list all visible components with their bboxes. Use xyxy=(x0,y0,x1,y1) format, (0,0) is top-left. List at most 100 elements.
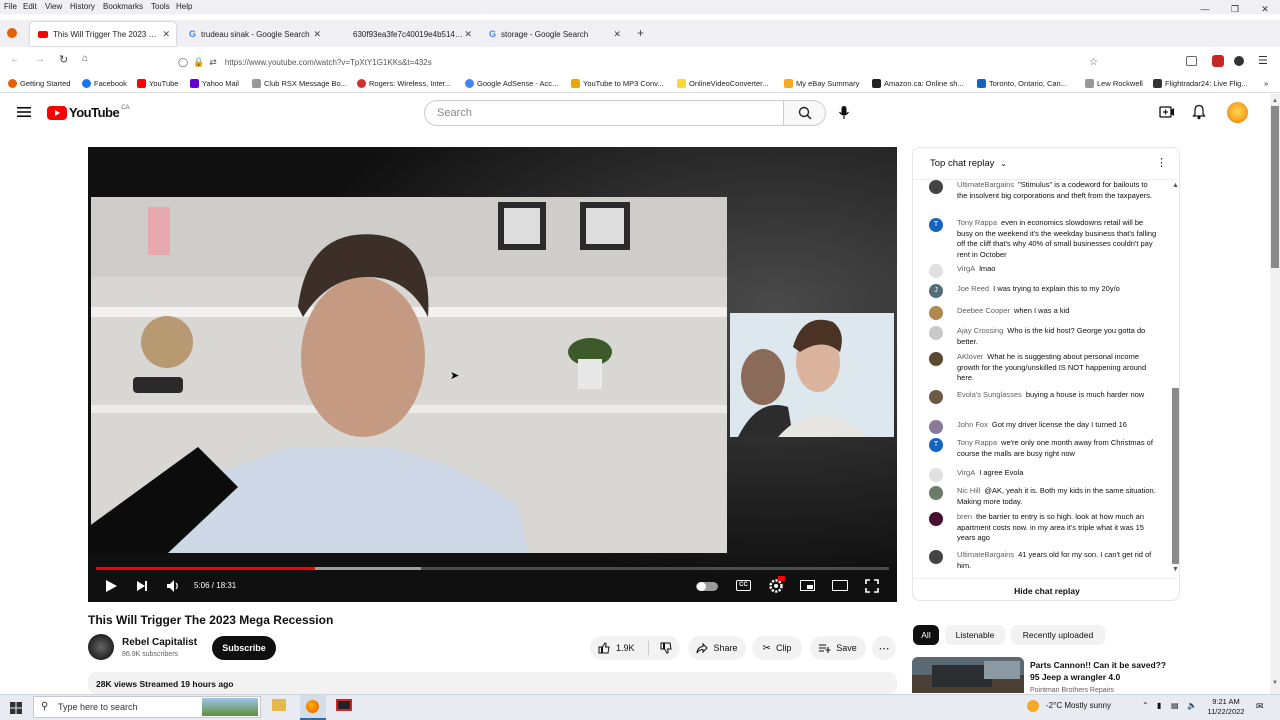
hamburger-menu-icon[interactable] xyxy=(17,106,31,118)
bookmark-item[interactable]: Facebook xyxy=(82,79,127,88)
subscribe-button[interactable]: Subscribe xyxy=(212,636,276,660)
chat-author-avatar[interactable] xyxy=(929,264,943,278)
close-tab-icon[interactable]: ✕ xyxy=(162,29,170,40)
menu-edit[interactable]: Edit xyxy=(23,2,37,11)
network-icon[interactable]: ▤ xyxy=(1171,701,1179,710)
chat-author-name[interactable]: Tony Rappa xyxy=(957,218,997,227)
chip-all[interactable]: All xyxy=(913,625,939,645)
chat-author-avatar[interactable] xyxy=(929,326,943,340)
url-text[interactable]: https://www.youtube.com/watch?v=TpXtY1G1… xyxy=(225,58,432,67)
chat-author-name[interactable]: Evola's Sunglasses xyxy=(957,390,1022,399)
reload-icon[interactable]: ↻ xyxy=(59,53,68,66)
more-bookmarks-icon[interactable]: » xyxy=(1264,79,1268,88)
media-app-icon[interactable] xyxy=(336,699,352,711)
chat-author-name[interactable]: UltimateBargains xyxy=(957,550,1014,559)
microphone-icon[interactable] xyxy=(838,105,850,121)
page-scrollbar[interactable]: ▲ ▼ xyxy=(1270,94,1280,694)
chat-author-name[interactable]: VirgA xyxy=(957,264,975,273)
create-video-icon[interactable] xyxy=(1159,105,1175,119)
dislike-button[interactable] xyxy=(660,642,672,654)
like-button[interactable]: 1.9K xyxy=(598,642,635,654)
close-tab-icon[interactable]: ✕ xyxy=(313,29,321,40)
progress-bar[interactable] xyxy=(96,567,315,570)
theater-mode-icon[interactable] xyxy=(832,580,848,591)
tab-youtube[interactable]: This Will Trigger The 2023 Mega ✕ xyxy=(30,22,176,46)
bookmark-item[interactable]: Flightradar24: Live Flig... xyxy=(1153,79,1248,88)
new-tab-icon[interactable]: + xyxy=(637,26,644,40)
chat-author-avatar[interactable]: T xyxy=(929,438,943,452)
tray-chevron-icon[interactable]: ⌃ xyxy=(1142,701,1149,710)
bookmark-item[interactable]: Google AdSense - Acc... xyxy=(465,79,558,88)
url-bar[interactable]: ◯ 🔒 ⇄ https://www.youtube.com/watch?v=Tp… xyxy=(178,52,1108,72)
extension-icon[interactable] xyxy=(1212,55,1224,67)
miniplayer-icon[interactable] xyxy=(800,580,815,591)
notifications-bell-icon[interactable] xyxy=(1192,104,1206,120)
account-icon[interactable] xyxy=(1234,56,1244,66)
chat-author-avatar[interactable] xyxy=(929,352,943,366)
notification-center-icon[interactable]: ✉ xyxy=(1256,701,1264,712)
next-button[interactable] xyxy=(136,580,148,592)
battery-icon[interactable]: ▮ xyxy=(1157,701,1161,710)
autoplay-toggle[interactable] xyxy=(696,582,718,591)
bookmark-item[interactable]: Amazon.ca: Online sh... xyxy=(872,79,964,88)
bookmark-item[interactable]: YouTube to MP3 Conv... xyxy=(571,79,664,88)
chat-author-name[interactable]: VirgA xyxy=(957,468,975,477)
channel-name[interactable]: Rebel Capitalist xyxy=(122,637,197,648)
clip-button[interactable]: ✂ Clip xyxy=(752,636,802,660)
minimize-button[interactable]: — xyxy=(1190,0,1220,18)
settings-button[interactable] xyxy=(768,576,785,594)
youtube-logo[interactable]: YouTube CA xyxy=(47,105,130,120)
hide-chat-replay-button[interactable]: Hide chat replay xyxy=(913,578,1179,600)
recommended-thumbnail[interactable] xyxy=(912,657,1024,693)
volume-tray-icon[interactable]: 🔈 xyxy=(1187,701,1197,710)
app-menu-icon[interactable]: ☰ xyxy=(1258,54,1268,67)
bookmark-item[interactable]: Yahoo Mail xyxy=(190,79,239,88)
forward-icon[interactable]: → xyxy=(35,54,45,65)
chat-author-avatar[interactable] xyxy=(929,550,943,564)
bookmark-item[interactable]: My eBay Summary xyxy=(784,79,859,88)
save-button[interactable]: Save xyxy=(810,636,866,660)
chat-author-name[interactable]: Deebee Cooper xyxy=(957,306,1010,315)
bookmark-item[interactable]: YouTube xyxy=(137,79,178,88)
avatar[interactable] xyxy=(1227,102,1248,123)
firefox-view-icon[interactable] xyxy=(7,28,17,38)
close-tab-icon[interactable]: ✕ xyxy=(613,29,621,40)
menu-history[interactable]: History xyxy=(70,2,95,11)
menu-view[interactable]: View xyxy=(45,2,62,11)
bookmark-item[interactable]: OnlineVideoConverter... xyxy=(677,79,769,88)
menu-file[interactable]: File xyxy=(4,2,17,11)
taskbar-search-input[interactable]: ⚲ Type here to search xyxy=(33,696,261,718)
shield-icon[interactable]: ◯ xyxy=(178,57,188,68)
home-icon[interactable]: ⌂ xyxy=(82,53,88,64)
menu-tools[interactable]: Tools xyxy=(151,2,170,11)
windows-start-icon[interactable] xyxy=(10,702,22,714)
close-tab-icon[interactable]: ✕ xyxy=(464,29,472,40)
menu-bookmarks[interactable]: Bookmarks xyxy=(103,2,143,11)
recommended-channel[interactable]: Pointman Brothers Repairs xyxy=(1030,687,1114,694)
chat-author-avatar[interactable] xyxy=(929,512,943,526)
play-button[interactable] xyxy=(104,579,118,593)
permissions-icon[interactable]: ⇄ xyxy=(209,57,217,68)
chat-author-name[interactable]: bren xyxy=(957,512,972,521)
more-actions-icon[interactable]: ⋯ xyxy=(872,636,896,660)
chat-author-name[interactable]: Nic Hill xyxy=(957,486,980,495)
description-box[interactable]: 28K views Streamed 19 hours ago xyxy=(88,672,897,694)
chat-scrollbar[interactable]: ▲ ▼ xyxy=(1170,180,1179,576)
chat-author-avatar[interactable]: J xyxy=(929,284,943,298)
weather-text[interactable]: -2°C Mostly sunny xyxy=(1046,701,1111,710)
chat-author-avatar[interactable] xyxy=(929,420,943,434)
mute-button[interactable] xyxy=(166,579,180,593)
back-icon[interactable]: ← xyxy=(10,54,20,65)
chevron-down-icon[interactable]: ⌄ xyxy=(1000,159,1007,168)
channel-avatar[interactable] xyxy=(88,634,114,660)
captions-icon[interactable]: CC xyxy=(736,580,751,591)
tab-page[interactable]: 630f93ea3fe7c40019e4b514 (W... ✕ xyxy=(332,22,478,46)
recommended-title[interactable]: Parts Cannon!! Can it be saved?? 95 Jeep… xyxy=(1030,659,1170,683)
chat-more-icon[interactable]: ⋮ xyxy=(1156,156,1167,169)
chat-author-avatar[interactable] xyxy=(929,306,943,320)
firefox-taskbar-button[interactable] xyxy=(300,695,326,720)
weather-sun-icon[interactable] xyxy=(1027,700,1039,712)
chat-author-name[interactable]: John Fox xyxy=(957,420,988,429)
chat-author-name[interactable]: Joe Reed xyxy=(957,284,989,293)
tab-trudeau-search[interactable]: G trudeau sinak - Google Search ✕ xyxy=(181,22,327,46)
